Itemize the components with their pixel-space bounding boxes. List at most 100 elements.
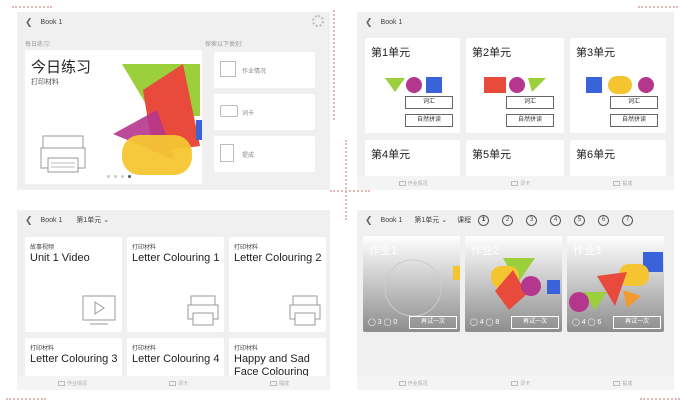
retry-button[interactable]: 再试一次 xyxy=(613,316,661,329)
tab-homework[interactable]: 作业情况 xyxy=(57,380,87,387)
homework-stat: ◯ 4 ◯ 6 xyxy=(572,319,602,326)
unit-card[interactable]: 第4单元 xyxy=(365,140,460,180)
vocab-button[interactable]: 词汇 xyxy=(610,96,658,109)
unit-title: 第6单元 xyxy=(576,149,616,161)
tab-wordcard[interactable]: 词卡 xyxy=(510,380,530,387)
wordcard-icon xyxy=(510,180,518,186)
phonics-button[interactable]: 自然拼读 xyxy=(506,114,554,127)
back-icon[interactable]: ❮ xyxy=(25,215,33,225)
lesson-number[interactable]: 3 xyxy=(526,214,538,226)
material-card[interactable]: 打印材料 Letter Colouring 4 xyxy=(127,338,224,378)
decor-dots xyxy=(330,190,370,192)
tab-commission[interactable]: 提成 xyxy=(613,380,632,387)
unit-title: 第4单元 xyxy=(371,149,411,161)
lesson-number[interactable]: 2 xyxy=(502,214,514,226)
header: ❮ Book 1 第1单元 ⌄ 课程 1 2 3 4 5 6 7 xyxy=(357,210,674,230)
material-category: 打印材料 xyxy=(132,245,157,251)
category-label: 词卡 xyxy=(242,111,255,117)
material-title: Letter Colouring 2 xyxy=(234,252,322,264)
unit-card[interactable]: 第6单元 xyxy=(570,140,666,180)
lesson-number[interactable]: 4 xyxy=(550,214,562,226)
tab-wordcard[interactable]: 词卡 xyxy=(510,180,530,187)
bottom-tab-bar: 作业情况 词卡 提成 xyxy=(17,376,330,390)
tab-commission[interactable]: 提成 xyxy=(269,380,289,387)
yellow-shape xyxy=(122,135,192,175)
tab-commission[interactable]: 提成 xyxy=(613,180,632,187)
category-card[interactable]: 作业情况 xyxy=(214,52,315,88)
material-category: 打印材料 xyxy=(234,245,259,251)
homework-card[interactable]: 作业1 ◯ 3 ◯ 0 再试一次 xyxy=(363,236,460,332)
tab-wordcard[interactable]: 词卡 xyxy=(168,380,188,387)
vocab-button[interactable]: 词汇 xyxy=(506,96,554,109)
homework-card[interactable]: 作业3 ◯ 4 ◯ 6 再试一次 xyxy=(567,236,664,332)
book-title: Book 1 xyxy=(40,18,63,26)
material-title: Letter Colouring 3 xyxy=(30,353,118,365)
category-card[interactable]: 词卡 xyxy=(214,94,315,130)
unit-dropdown[interactable]: 第1单元 ⌄ xyxy=(76,215,109,225)
lesson-number[interactable]: 1 xyxy=(478,214,490,226)
phonics-button[interactable]: 自然拼读 xyxy=(405,114,453,127)
unit-card[interactable]: 第5单元 xyxy=(466,140,564,180)
unit-dropdown[interactable]: 第1单元 ⌄ xyxy=(414,215,447,225)
material-category: 故事视频 xyxy=(30,245,55,251)
category-card[interactable]: 提成 xyxy=(214,136,315,172)
material-card[interactable]: 打印材料 Happy and Sad Face Colouring xyxy=(229,338,326,378)
decor-dots xyxy=(333,10,335,120)
books-icon xyxy=(613,180,621,186)
phonics-button[interactable]: 自然拼读 xyxy=(610,114,658,127)
chevron-down-icon: ⌄ xyxy=(103,217,110,224)
hero-card[interactable]: 今日练习 打印材料 xyxy=(25,50,202,184)
lesson-number[interactable]: 5 xyxy=(574,214,586,226)
homework-card[interactable]: 作业2 ◯ 4 ◯ 8 再试一次 xyxy=(465,236,562,332)
unit-title: 第5单元 xyxy=(472,149,512,161)
material-card[interactable]: 打印材料 Letter Colouring 2 xyxy=(229,237,326,332)
lesson-number[interactable]: 7 xyxy=(622,214,634,226)
retry-button[interactable]: 再试一次 xyxy=(511,316,559,329)
section-label: 每日练习: xyxy=(25,42,51,48)
unit-card[interactable]: 第2单元 词汇 自然拼读 xyxy=(466,38,564,133)
settings-gear-icon[interactable] xyxy=(312,15,324,27)
unit-shapes xyxy=(586,76,654,94)
retry-button[interactable]: 再试一次 xyxy=(409,316,457,329)
category-label: 提成 xyxy=(242,153,255,159)
header: ❮ Book 1 xyxy=(17,12,330,32)
unit-card[interactable]: 第3单元 词汇 自然拼读 xyxy=(570,38,666,133)
unit-title: 第3单元 xyxy=(576,47,616,59)
material-category: 打印材料 xyxy=(30,346,55,352)
material-category: 打印材料 xyxy=(132,346,157,352)
vocab-button[interactable]: 词汇 xyxy=(405,96,453,109)
material-card[interactable]: 打印材料 Letter Colouring 1 xyxy=(127,237,224,332)
homework-stat: ◯ 4 ◯ 8 xyxy=(470,319,500,326)
homework-icon xyxy=(398,380,406,386)
back-icon[interactable]: ❮ xyxy=(25,17,33,27)
back-icon[interactable]: ❮ xyxy=(365,215,373,225)
material-title: Unit 1 Video xyxy=(30,252,90,264)
lesson-selector: 1 2 3 4 5 6 7 xyxy=(465,214,634,226)
material-category: 打印材料 xyxy=(234,346,259,352)
header: ❮ Book 1 第1单元 ⌄ xyxy=(17,210,330,230)
homework-stat: ◯ 3 ◯ 0 xyxy=(368,319,398,326)
unit-card[interactable]: 第1单元 词汇 自然拼读 xyxy=(365,38,460,133)
decor-dots xyxy=(345,140,347,220)
book-title: Book 1 xyxy=(380,216,403,224)
blue-shape xyxy=(196,120,202,140)
homework-icon xyxy=(57,380,65,386)
back-icon[interactable]: ❮ xyxy=(365,17,373,27)
material-card[interactable]: 故事视频 Unit 1 Video xyxy=(25,237,122,332)
decor-dots xyxy=(638,6,678,8)
screen-materials: ❮ Book 1 第1单元 ⌄ 故事视频 Unit 1 Video 打印材料 L… xyxy=(17,210,330,390)
book-title: Book 1 xyxy=(380,18,403,26)
tab-homework[interactable]: 作业情况 xyxy=(398,380,428,387)
screen-units: ❮ Book 1 第1单元 词汇 自然拼读 第2单元 词汇 自然拼读 第3单元 … xyxy=(357,12,674,190)
lesson-number[interactable]: 6 xyxy=(598,214,610,226)
material-card[interactable]: 打印材料 Letter Colouring 3 xyxy=(25,338,122,378)
explore-label: 探索以下类别: xyxy=(205,42,243,48)
material-title: Letter Colouring 1 xyxy=(132,252,220,264)
bottom-tab-bar: 作业情况 词卡 提成 xyxy=(357,176,674,190)
tab-homework[interactable]: 作业情况 xyxy=(398,180,428,187)
unit-title: 第1单元 xyxy=(371,47,411,59)
category-label: 作业情况 xyxy=(242,69,267,75)
unit-title: 第2单元 xyxy=(472,47,512,59)
carousel-dots xyxy=(107,175,131,178)
header: ❮ Book 1 xyxy=(357,12,674,32)
